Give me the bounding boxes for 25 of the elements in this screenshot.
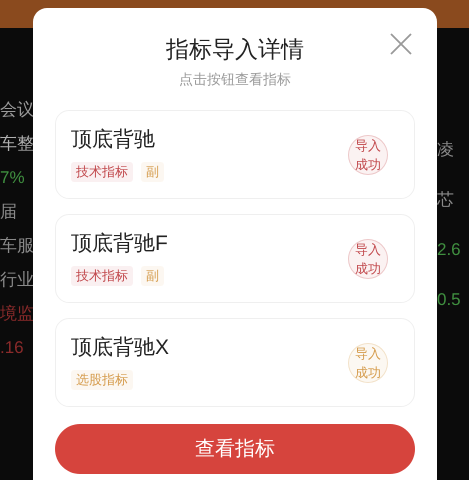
indicator-name: 顶底背驰X xyxy=(71,335,170,361)
indicator-name: 顶底背驰 xyxy=(71,127,156,153)
import-status-badge: 导入成功 xyxy=(348,134,388,174)
background-text: 行业 xyxy=(0,270,33,290)
dialog-title: 指标导入详情 xyxy=(166,35,304,64)
background-text: 0.5 xyxy=(437,290,461,310)
indicator-tag: 技术指标 xyxy=(71,266,133,286)
background-text: 芯 xyxy=(437,190,454,210)
close-icon[interactable] xyxy=(390,33,412,55)
view-indicators-button[interactable]: 查看指标 xyxy=(55,424,415,474)
import-status-badge: 导入成功 xyxy=(348,238,388,278)
background-text: 凌 xyxy=(437,140,454,160)
import-status-badge: 导入成功 xyxy=(348,342,388,382)
indicator-name: 顶底背驰F xyxy=(71,231,169,257)
background-text: 2.6 xyxy=(437,240,461,260)
dialog-subtitle: 点击按钮查看指标 xyxy=(179,70,291,89)
indicator-tag: 选股指标 xyxy=(71,370,133,390)
background-text: 届 xyxy=(0,202,18,222)
indicator-tag: 技术指标 xyxy=(71,162,133,182)
background-text: 7% xyxy=(0,168,26,188)
indicator-tag: 副 xyxy=(141,266,164,286)
background-text: .16 xyxy=(0,338,25,358)
indicator-tag: 副 xyxy=(141,162,164,182)
background-text: 境监 xyxy=(0,304,33,324)
background-text: 车整 xyxy=(0,134,33,154)
